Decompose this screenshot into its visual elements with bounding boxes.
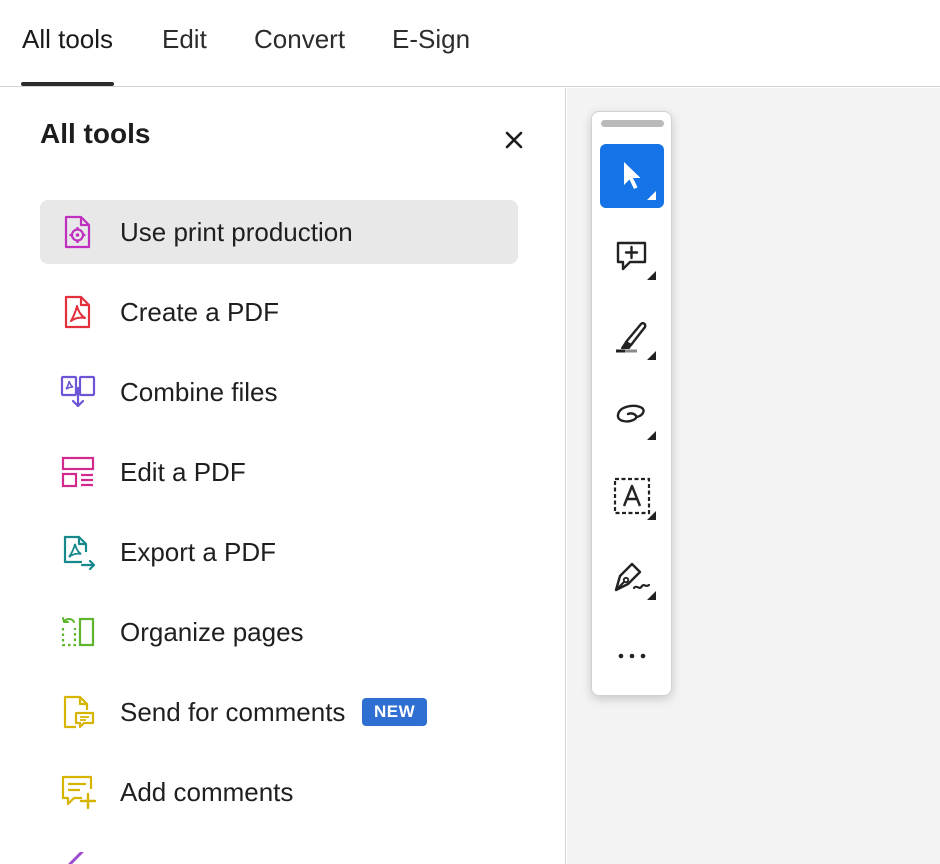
submenu-indicator <box>647 511 656 520</box>
tool-export-a-pdf[interactable]: Export a PDF <box>40 520 518 584</box>
print-production-icon <box>64 215 91 249</box>
active-tab-indicator <box>21 82 114 86</box>
more-icon <box>618 653 646 659</box>
tool-create-a-pdf[interactable]: Create a PDF <box>40 280 518 344</box>
edit-pdf-icon <box>61 456 95 488</box>
add-comment-tool-button[interactable] <box>600 224 664 288</box>
tool-label: Organize pages <box>120 617 304 647</box>
more-tools-button[interactable] <box>600 624 664 688</box>
tool-label: Combine files <box>120 377 278 407</box>
tool-organize-pages[interactable]: Organize pages <box>40 600 518 664</box>
tool-label: Add comments <box>120 777 294 807</box>
tool-label: Edit a PDF <box>120 457 246 487</box>
tab-convert[interactable]: Convert <box>254 24 345 55</box>
tab-e-sign[interactable]: E-Sign <box>392 24 470 55</box>
top-tab-bar: All tools Edit Convert E-Sign <box>0 0 940 87</box>
submenu-indicator <box>647 191 656 200</box>
tool-label: Send for comments <box>120 697 346 727</box>
select-tool-button[interactable] <box>600 144 664 208</box>
create-pdf-icon <box>64 295 91 329</box>
all-tools-panel: All tools Use print production Create a … <box>0 88 566 864</box>
export-pdf-icon <box>63 535 96 570</box>
tab-all-tools[interactable]: All tools <box>22 24 113 55</box>
add-comments-icon <box>61 775 96 810</box>
sign-pen-icon <box>614 562 651 592</box>
submenu-indicator <box>647 431 656 440</box>
tool-use-print-production[interactable]: Use print production <box>40 200 518 264</box>
toolbar-drag-handle[interactable] <box>601 120 664 127</box>
sign-tool-button[interactable] <box>600 544 664 608</box>
tool-label: Use print production <box>120 217 353 247</box>
tab-edit[interactable]: Edit <box>162 24 207 55</box>
panel-title: All tools <box>40 118 151 149</box>
draw-tool-button[interactable] <box>600 384 664 448</box>
text-select-icon <box>613 477 651 515</box>
text-select-tool-button[interactable] <box>600 464 664 528</box>
close-panel-button[interactable] <box>500 126 528 154</box>
tool-combine-files[interactable]: Combine files <box>40 360 518 424</box>
submenu-indicator <box>647 271 656 280</box>
new-badge: NEW <box>362 698 428 726</box>
highlight-icon <box>616 322 647 353</box>
tool-label: Export a PDF <box>120 537 277 567</box>
highlight-tool-button[interactable] <box>600 304 664 368</box>
combine-files-icon <box>60 375 96 408</box>
add-comment-icon <box>616 241 647 271</box>
tool-edit-a-pdf[interactable]: Edit a PDF <box>40 440 518 504</box>
submenu-indicator <box>647 591 656 600</box>
submenu-indicator <box>647 351 656 360</box>
tool-send-for-comments[interactable]: Send for comments NEW <box>40 680 518 744</box>
select-cursor-icon <box>624 162 641 189</box>
close-icon <box>505 131 523 149</box>
quick-tools-toolbar <box>591 111 672 696</box>
tool-add-comments[interactable]: Add comments <box>40 760 518 824</box>
send-comments-icon <box>63 695 95 729</box>
organize-pages-icon <box>61 617 95 647</box>
tool-label: Create a PDF <box>120 297 279 327</box>
fill-sign-icon <box>68 852 84 864</box>
draw-lasso-icon <box>616 404 645 423</box>
